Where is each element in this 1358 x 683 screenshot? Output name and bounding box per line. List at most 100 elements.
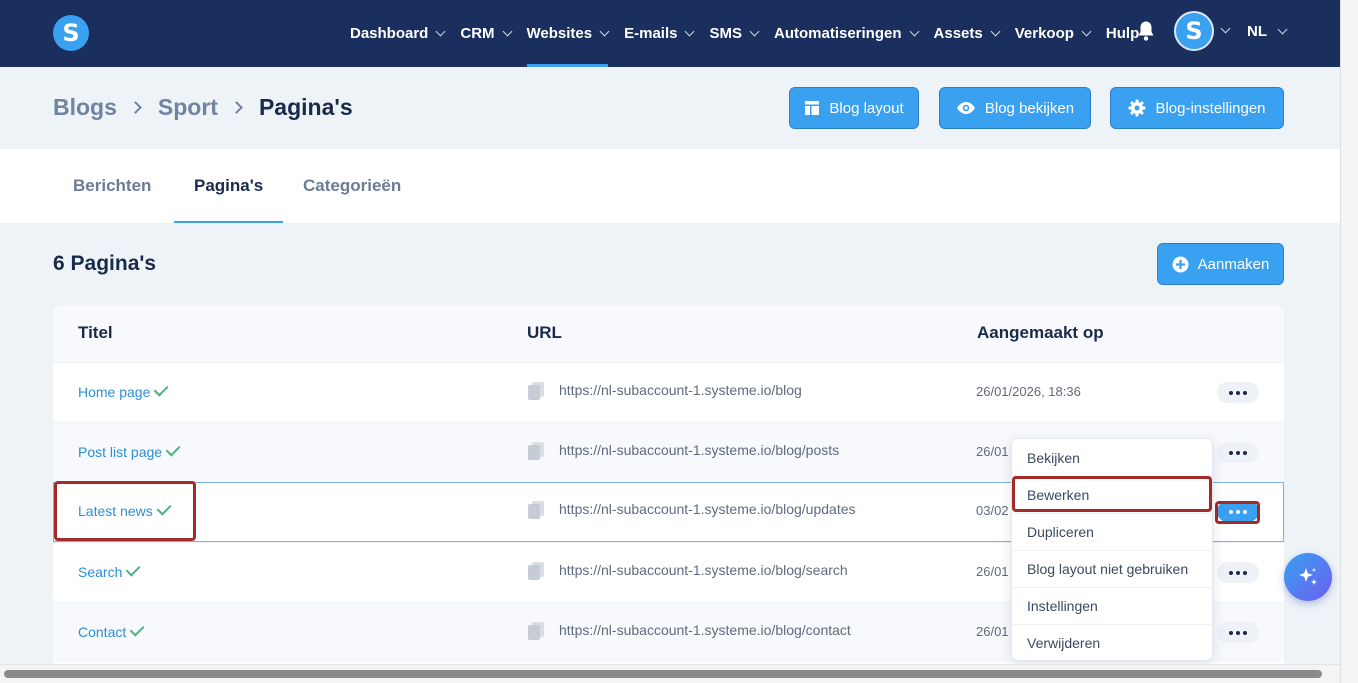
page-created-date: 03/02	[976, 503, 1009, 518]
nav-assets[interactable]: Assets	[933, 0, 1001, 67]
user-avatar[interactable]: S	[1174, 11, 1214, 51]
horizontal-scrollbar[interactable]	[0, 664, 1340, 683]
table-row: Home page https://nl-subaccount-1.system…	[53, 362, 1284, 422]
nav-help[interactable]: Hulp	[1106, 0, 1139, 67]
chevron-down-icon[interactable]	[1220, 23, 1231, 34]
menu-disable-blog-layout[interactable]: Blog layout niet gebruiken	[1012, 550, 1212, 587]
breadcrumb-current: Pagina's	[258, 94, 353, 120]
page-title-text: Latest news	[78, 503, 153, 519]
nav-assets-label: Assets	[933, 25, 983, 42]
breadcrumb-blogs[interactable]: Blogs	[53, 94, 117, 121]
nav-crm[interactable]: CRM	[460, 0, 512, 67]
page-url: https://nl-subaccount-1.systeme.io/blog	[559, 382, 802, 398]
tab-pages[interactable]: Pagina's	[174, 149, 283, 223]
copy-icon[interactable]	[527, 381, 545, 401]
chevron-down-icon	[1277, 24, 1288, 34]
vertical-scrollbar[interactable]	[1340, 0, 1358, 683]
systeme-logo[interactable]: S	[53, 15, 89, 51]
nav-emails-label: E-mails	[624, 25, 678, 42]
page-created-date: 26/01	[976, 624, 1009, 639]
dot	[1229, 450, 1233, 455]
tab-posts[interactable]: Berichten	[53, 149, 171, 223]
page-title-link[interactable]: Post list page	[78, 441, 181, 460]
tab-bar: Berichten Pagina's Categorieën	[0, 149, 1340, 223]
page-url: https://nl-subaccount-1.systeme.io/blog/…	[559, 622, 851, 638]
chevron-down-icon	[749, 26, 760, 37]
menu-settings[interactable]: Instellingen	[1012, 587, 1212, 624]
nav-crm-label: CRM	[460, 25, 495, 42]
menu-delete[interactable]: Verwijderen	[1012, 624, 1212, 661]
view-blog-button[interactable]: Blog bekijken	[939, 87, 1091, 129]
page-title-text: Search	[78, 564, 123, 580]
menu-edit[interactable]: Bewerken	[1012, 476, 1212, 513]
bell-icon[interactable]	[1137, 20, 1155, 42]
create-label: Aanmaken	[1197, 255, 1270, 273]
dot	[1236, 390, 1240, 395]
page-created-date: 26/01	[976, 444, 1009, 459]
dot	[1229, 630, 1233, 635]
check-icon	[129, 621, 145, 637]
nav-websites[interactable]: Websites	[526, 0, 610, 67]
page-title-link[interactable]: Latest news	[78, 500, 172, 519]
dot	[1236, 570, 1240, 575]
create-button[interactable]: Aanmaken	[1157, 243, 1284, 285]
page-url: https://nl-subaccount-1.systeme.io/blog/…	[559, 442, 840, 458]
row-actions-button[interactable]	[1217, 622, 1259, 643]
check-icon	[126, 561, 141, 577]
nav-websites-label: Websites	[526, 25, 593, 42]
scrollbar-thumb[interactable]	[4, 670, 1322, 678]
dot	[1236, 630, 1240, 635]
dot	[1236, 509, 1240, 514]
copy-icon[interactable]	[527, 561, 545, 581]
gear-icon	[1128, 99, 1146, 117]
row-actions-menu: Bekijken Bewerken Dupliceren Blog layout…	[1011, 438, 1213, 661]
dot	[1236, 450, 1240, 455]
chevron-down-icon	[599, 26, 610, 37]
breadcrumb-sport[interactable]: Sport	[158, 94, 218, 121]
nav-automations[interactable]: Automatiseringen	[774, 0, 919, 67]
row-actions-button-active[interactable]	[1217, 501, 1259, 522]
language-selector[interactable]: NL	[1247, 0, 1288, 62]
column-url: URL	[527, 323, 562, 342]
page-title-link[interactable]: Contact	[78, 621, 145, 640]
nav-dashboard-label: Dashboard	[350, 25, 429, 42]
dot	[1243, 630, 1247, 635]
eye-icon	[956, 102, 975, 114]
nav-dashboard[interactable]: Dashboard	[350, 0, 446, 67]
nav-emails[interactable]: E-mails	[624, 0, 695, 67]
page-title-text: Post list page	[78, 444, 163, 460]
row-actions-button[interactable]	[1217, 442, 1259, 463]
column-created: Aangemaakt op	[977, 323, 1104, 342]
blog-settings-button[interactable]: Blog-instellingen	[1110, 87, 1284, 129]
sparkle-icon	[1299, 568, 1317, 585]
nav-sales-label: Verkoop	[1014, 25, 1074, 42]
tab-categories[interactable]: Categorieën	[283, 149, 421, 223]
page-title-text: Contact	[78, 624, 127, 640]
main-menu: Dashboard CRM Websites E-mails SMS Autom…	[350, 0, 1155, 67]
check-icon	[165, 441, 181, 457]
row-actions-button[interactable]	[1217, 562, 1259, 583]
nav-sales[interactable]: Verkoop	[1014, 0, 1092, 67]
table-header: Titel URL Aangemaakt op	[53, 305, 1284, 362]
check-icon	[154, 381, 169, 397]
check-icon	[156, 500, 172, 516]
blog-layout-button[interactable]: Blog layout	[789, 87, 919, 129]
row-actions-button[interactable]	[1217, 382, 1259, 403]
menu-view[interactable]: Bekijken	[1012, 439, 1212, 476]
copy-icon[interactable]	[527, 441, 545, 461]
page-title-link[interactable]: Home page	[78, 381, 169, 400]
dot	[1229, 570, 1233, 575]
dot	[1229, 390, 1233, 395]
page-title-link[interactable]: Search	[78, 561, 141, 580]
chevron-down-icon	[685, 26, 695, 37]
nav-help-label: Hulp	[1105, 25, 1140, 42]
copy-icon[interactable]	[527, 621, 545, 641]
nav-automations-label: Automatiseringen	[774, 25, 902, 42]
column-title: Titel	[78, 323, 113, 342]
copy-icon[interactable]	[527, 500, 545, 520]
nav-sms[interactable]: SMS	[709, 0, 760, 67]
page-url: https://nl-subaccount-1.systeme.io/blog/…	[559, 501, 856, 517]
chevron-right-icon	[230, 101, 243, 114]
menu-duplicate[interactable]: Dupliceren	[1012, 513, 1212, 550]
ai-assistant-button[interactable]	[1284, 553, 1332, 601]
